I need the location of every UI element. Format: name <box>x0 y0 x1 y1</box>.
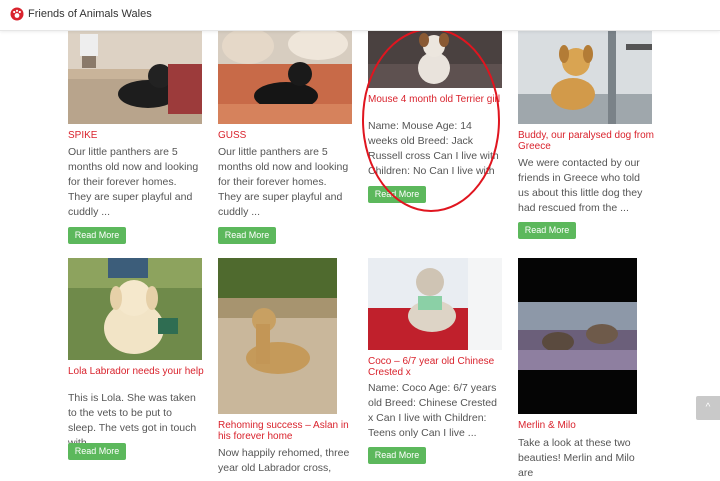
read-more-button[interactable]: Read More <box>518 222 576 239</box>
post-title[interactable]: GUSS <box>218 130 354 141</box>
paw-logo-icon[interactable] <box>10 7 24 21</box>
read-more-button[interactable]: Read More <box>68 227 126 244</box>
post-thumbnail[interactable] <box>518 258 637 414</box>
post-excerpt: Our little panthers are 5 months old now… <box>68 146 199 218</box>
post-title[interactable]: Rehoming success – Aslan in his forever … <box>218 420 354 442</box>
post-title[interactable]: Merlin & Milo <box>518 420 654 431</box>
post-excerpt: Take a look at these two beauties! Merli… <box>518 437 635 479</box>
read-more-button[interactable]: Read More <box>68 443 126 460</box>
post-excerpt: Name: Mouse Age: 14 weeks old Breed: Jac… <box>368 120 499 192</box>
post-title[interactable]: Coco – 6/7 year old Chinese Crested x <box>368 356 504 378</box>
post-excerpt: Name: Coco Age: 6/7 years old Breed: Chi… <box>368 382 497 439</box>
post-excerpt: This is Lola. She was taken to the vets … <box>68 392 197 449</box>
chevron-up-icon: ^ <box>705 402 711 413</box>
post-excerpt: Our little panthers are 5 months old now… <box>218 146 349 218</box>
post-thumbnail[interactable] <box>218 258 337 414</box>
post-thumbnail[interactable] <box>368 258 502 350</box>
post-title[interactable]: Mouse 4 month old Terrier girl <box>368 94 504 105</box>
post-thumbnail[interactable] <box>518 24 652 124</box>
post-title[interactable]: Buddy, our paralysed dog from Greece <box>518 130 654 152</box>
site-title[interactable]: Friends of Animals Wales <box>28 8 152 20</box>
post-title[interactable]: Lola Labrador needs your help <box>68 366 204 377</box>
post-thumbnail[interactable] <box>68 24 202 124</box>
read-more-button[interactable]: Read More <box>368 447 426 464</box>
read-more-button[interactable]: Read More <box>368 186 426 203</box>
scroll-to-top-button[interactable]: ^ <box>696 396 720 420</box>
post-thumbnail[interactable] <box>68 258 202 360</box>
site-header: Friends of Animals Wales <box>0 0 720 31</box>
post-title[interactable]: SPIKE <box>68 130 204 141</box>
post-thumbnail[interactable] <box>218 24 352 124</box>
read-more-button[interactable]: Read More <box>218 227 276 244</box>
post-excerpt: We were contacted by our friends in Gree… <box>518 157 643 214</box>
post-thumbnail[interactable] <box>368 24 502 88</box>
